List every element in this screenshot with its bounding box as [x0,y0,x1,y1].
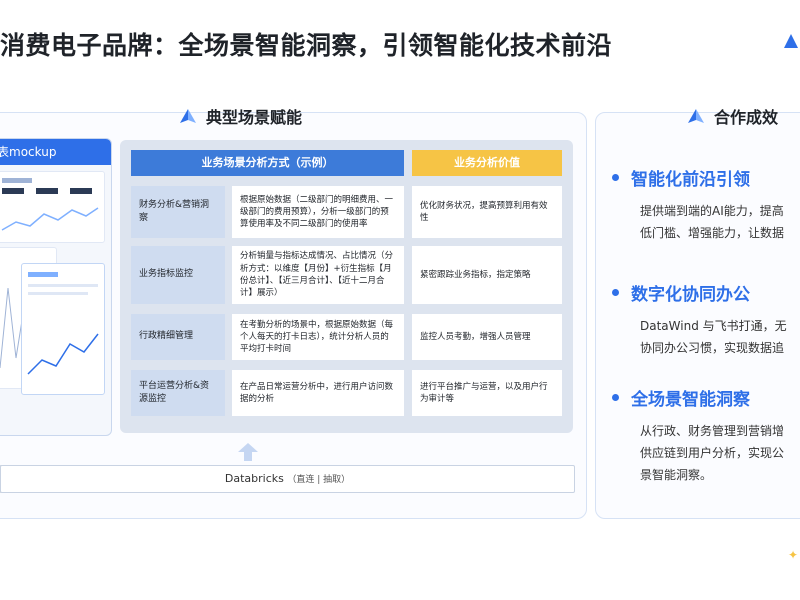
row-method: 在考勤分析的场景中，根据原始数据（每个人每天的打卡日志），统计分析人员的平均打卡… [232,314,404,360]
brand-logo-icon [784,34,798,48]
mockup-label: 表mockup [0,139,111,165]
mockup-kpi-graphic [1,178,99,231]
result-line: 提供端到端的AI能力，提高 [640,204,784,218]
result-item: 智能化前沿引领 提供端到端的AI能力，提高 低门槛、增强能力，让数据 [612,165,800,244]
mockup-kpi-card [0,171,105,243]
mockup-side-graphic [27,272,99,375]
triangle-logo-icon [180,109,196,123]
sparkle-icon: ✦ [787,548,798,562]
result-line: DataWind 与飞书打通，无 [640,319,787,333]
row-value: 监控人员考勤，增强人员管理 [412,314,562,360]
row-method: 根据原始数据（二级部门的明细费用、一级部门的费用预算），分析一级部门的预算使用率… [232,186,404,238]
mockup-side-card [21,263,105,395]
scenario-heading: 典型场景赋能 [180,104,302,128]
triangle-logo-icon [688,109,704,123]
up-arrow-icon [238,443,258,461]
method-header: 业务场景分析方式（示例） [131,150,404,176]
row-label: 平台运营分析&资源监控 [131,370,225,416]
row-method: 在产品日常运营分析中，进行用户访问数据的分析 [232,370,404,416]
result-item: 数字化协同办公 DataWind 与飞书打通，无 协同办公习惯，实现数据追 [612,280,800,359]
bullet-dot-icon [612,174,619,181]
result-line: 供应链到用户分析，实现公 [640,446,785,460]
result-title: 数字化协同办公 [631,285,750,305]
row-method: 分析销量与指标达成情况、占比情况（分析方式：以维度【月份】+衍生指标【月份总计】… [232,246,404,304]
value-header: 业务分析价值 [412,150,562,176]
result-line: 低门槛、增强能力，让数据 [640,226,785,240]
row-value: 进行平台推广与运营，以及用户行为审计等 [412,370,562,416]
result-line: 从行政、财务管理到营销增 [640,424,785,438]
result-line: 景智能洞察。 [640,468,713,482]
result-line: 协同办公习惯，实现数据追 [640,341,785,355]
row-label: 财务分析&营销洞察 [131,186,225,238]
row-value: 紧密跟踪业务指标，指定策略 [412,246,562,304]
scenario-heading-text: 典型场景赋能 [206,108,303,127]
result-title: 智能化前沿引领 [631,170,750,190]
result-item: 全场景智能洞察 从行政、财务管理到营销增 供应链到用户分析，实现公 景智能洞察。 [612,385,800,486]
bullet-dot-icon [612,394,619,401]
bullet-dot-icon [612,289,619,296]
databricks-bar: Databricks （直连 | 抽取） [0,465,575,493]
result-title: 全场景智能洞察 [631,390,750,410]
databricks-note: （直连 | 抽取） [287,475,351,485]
page-title: 消费电子品牌：全场景智能洞察，引领智能化技术前沿 [0,31,613,60]
dashboard-mockup: 表mockup [0,138,112,436]
row-label: 业务指标监控 [131,246,225,304]
row-label: 行政精细管理 [131,314,225,360]
databricks-label: Databricks [224,472,284,485]
results-heading: 合作成效 [688,104,778,128]
row-value: 优化财务状况，提高预算利用有效性 [412,186,562,238]
results-heading-text: 合作成效 [714,108,779,127]
